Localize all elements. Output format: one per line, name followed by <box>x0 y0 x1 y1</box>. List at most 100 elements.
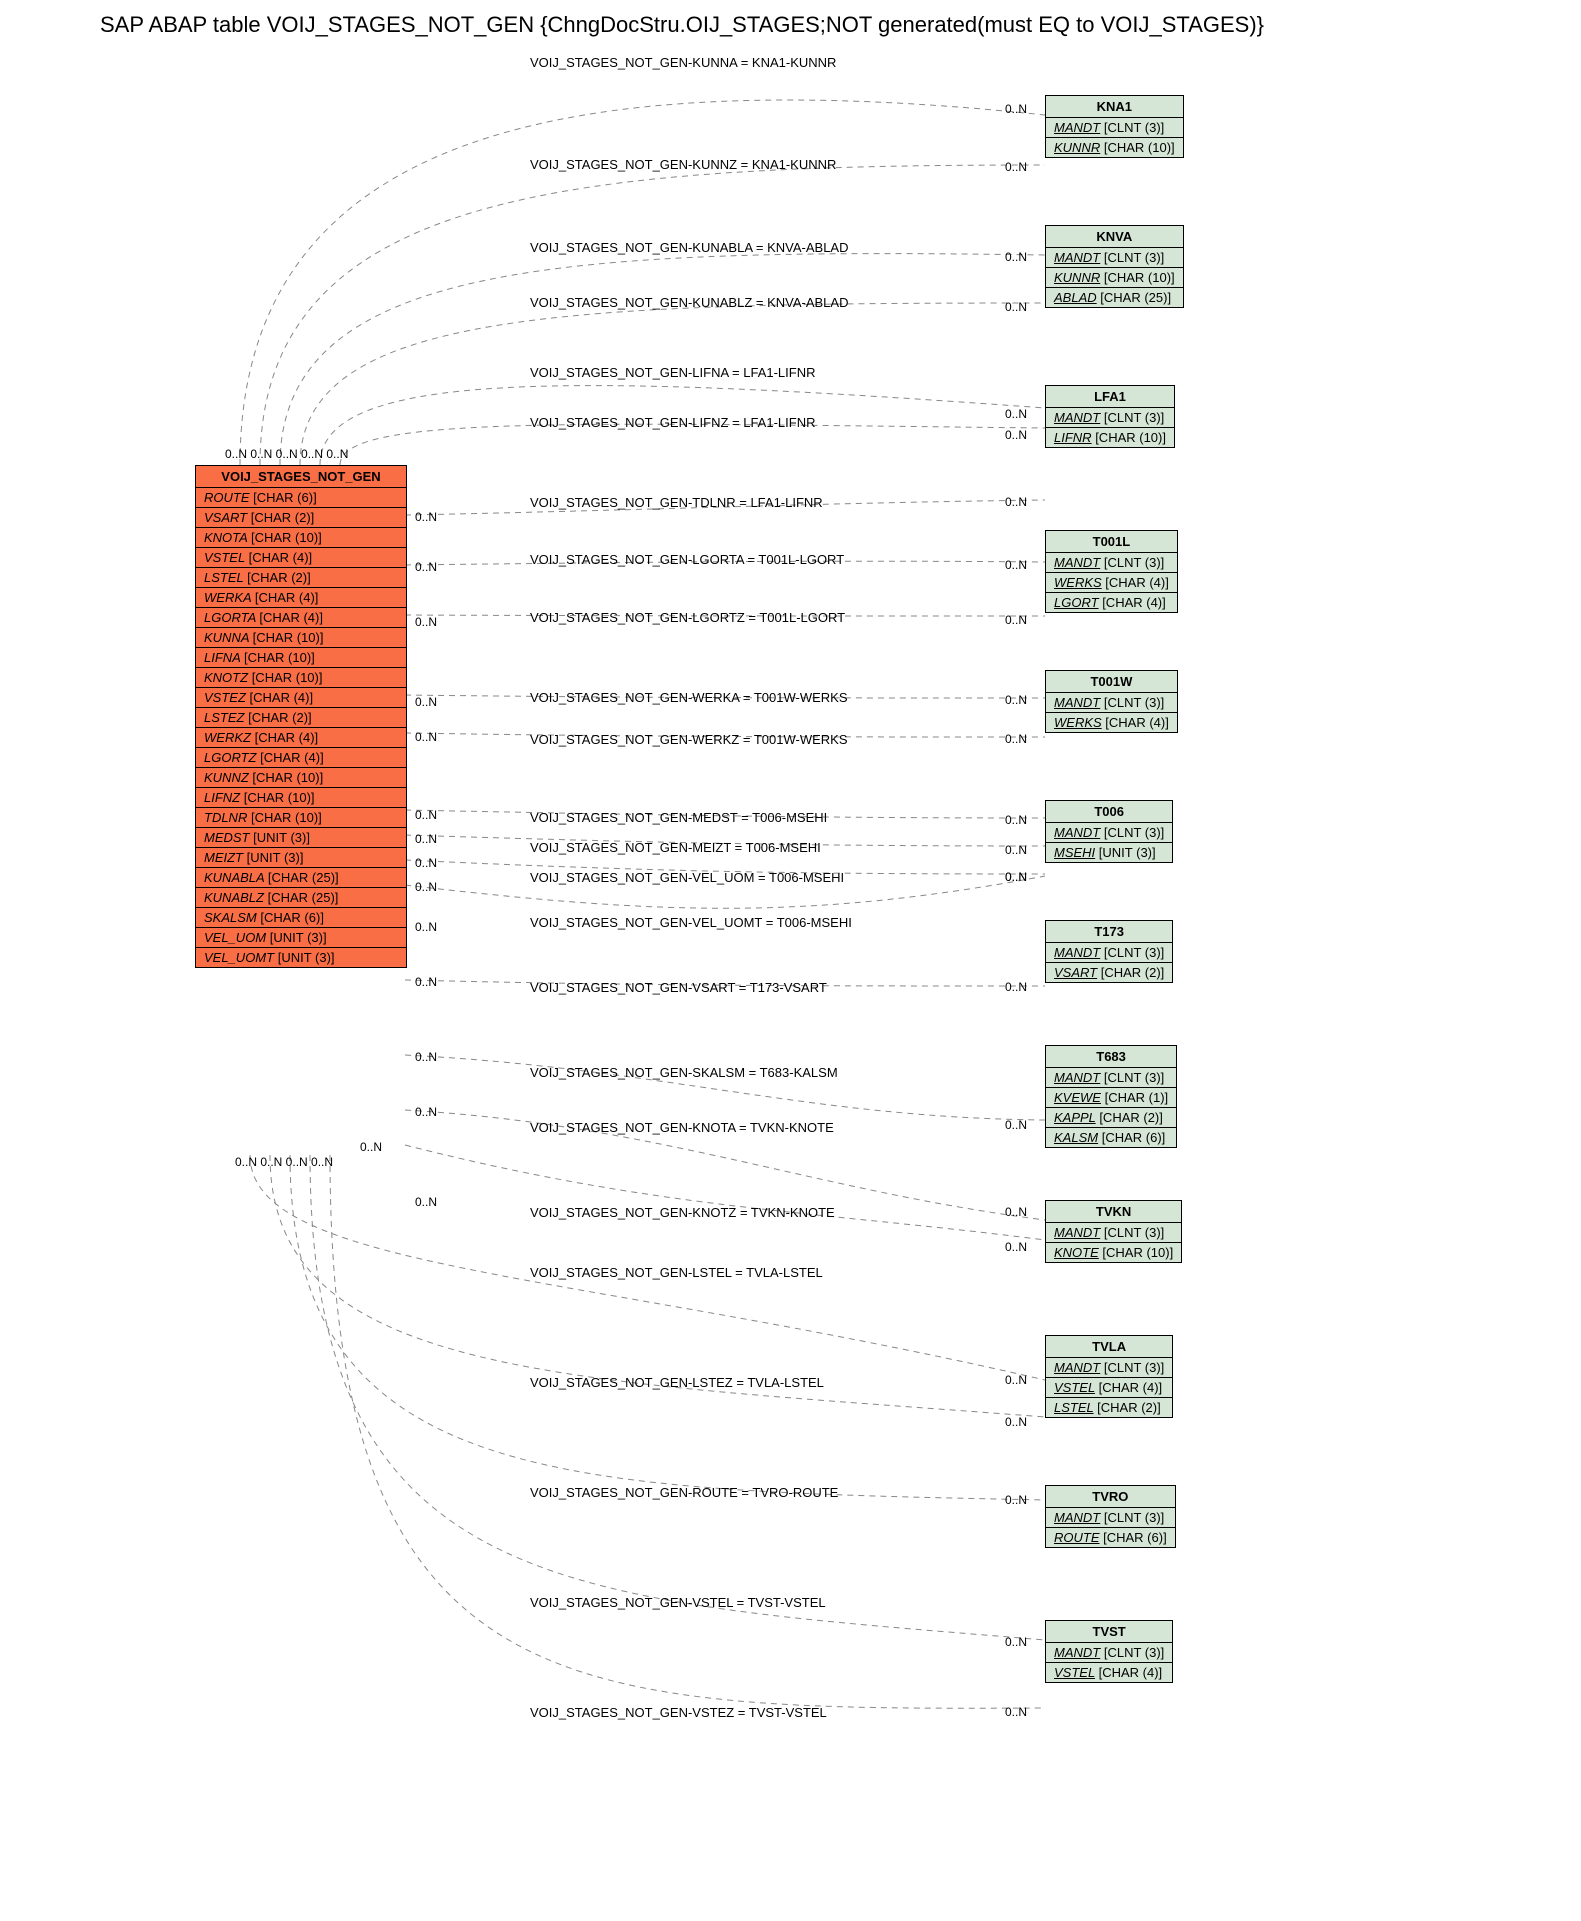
entity-title: TVLA <box>1046 1336 1172 1358</box>
entity-T001W: T001WMANDT [CLNT (3)]WERKS [CHAR (4)] <box>1045 670 1178 733</box>
ref-field: MANDT [CLNT (3)] <box>1046 943 1172 963</box>
relation-label: VOIJ_STAGES_NOT_GEN-WERKZ = T001W-WERKS <box>530 732 847 747</box>
cardinality: 0..N <box>415 510 437 524</box>
relation-label: VOIJ_STAGES_NOT_GEN-VSART = T173-VSART <box>530 980 827 995</box>
main-field: VEL_UOM [UNIT (3)] <box>196 928 406 948</box>
relation-label: VOIJ_STAGES_NOT_GEN-TDLNR = LFA1-LIFNR <box>530 495 823 510</box>
ref-field: LSTEL [CHAR (2)] <box>1046 1398 1172 1417</box>
entity-T006: T006MANDT [CLNT (3)]MSEHI [UNIT (3)] <box>1045 800 1173 863</box>
relation-label: VOIJ_STAGES_NOT_GEN-VEL_UOM = T006-MSEHI <box>530 870 844 885</box>
cardinality: 0..N <box>1005 1493 1027 1507</box>
ref-field: VSTEL [CHAR (4)] <box>1046 1378 1172 1398</box>
ref-field: MANDT [CLNT (3)] <box>1046 1358 1172 1378</box>
cardinality: 0..N <box>415 880 437 894</box>
ref-field: KVEWE [CHAR (1)] <box>1046 1088 1176 1108</box>
relation-label: VOIJ_STAGES_NOT_GEN-MEDST = T006-MSEHI <box>530 810 827 825</box>
entity-TVLA: TVLAMANDT [CLNT (3)]VSTEL [CHAR (4)]LSTE… <box>1045 1335 1173 1418</box>
cardinality: 0..N <box>1005 407 1027 421</box>
main-field: WERKZ [CHAR (4)] <box>196 728 406 748</box>
entity-TVKN: TVKNMANDT [CLNT (3)]KNOTE [CHAR (10)] <box>1045 1200 1182 1263</box>
main-field: LIFNZ [CHAR (10)] <box>196 788 406 808</box>
cardinality: 0..N <box>415 615 437 629</box>
entity-main-title: VOIJ_STAGES_NOT_GEN <box>196 466 406 488</box>
cardinality: 0..N <box>415 808 437 822</box>
entity-title: T001L <box>1046 531 1177 553</box>
er-diagram: SAP ABAP table VOIJ_STAGES_NOT_GEN {Chng… <box>10 10 1571 1911</box>
ref-field: MSEHI [UNIT (3)] <box>1046 843 1172 862</box>
main-field: WERKA [CHAR (4)] <box>196 588 406 608</box>
main-field: SKALSM [CHAR (6)] <box>196 908 406 928</box>
main-field: ROUTE [CHAR (6)] <box>196 488 406 508</box>
relation-label: VOIJ_STAGES_NOT_GEN-KUNNZ = KNA1-KUNNR <box>530 157 836 172</box>
main-field: KNOTA [CHAR (10)] <box>196 528 406 548</box>
cardinality: 0..N <box>1005 1118 1027 1132</box>
cardinality: 0..N <box>1005 1635 1027 1649</box>
entity-KNVA: KNVAMANDT [CLNT (3)]KUNNR [CHAR (10)]ABL… <box>1045 225 1184 308</box>
relation-label: VOIJ_STAGES_NOT_GEN-KUNABLZ = KNVA-ABLAD <box>530 295 848 310</box>
cardinality-bottom-cluster: 0..N 0..N 0..N 0..N <box>235 1155 333 1169</box>
main-field: KNOTZ [CHAR (10)] <box>196 668 406 688</box>
cardinality: 0..N <box>415 560 437 574</box>
cardinality: 0..N <box>1005 870 1027 884</box>
ref-field: KNOTE [CHAR (10)] <box>1046 1243 1181 1262</box>
cardinality: 0..N <box>1005 813 1027 827</box>
ref-field: WERKS [CHAR (4)] <box>1046 713 1177 732</box>
cardinality: 0..N <box>415 832 437 846</box>
cardinality: 0..N <box>415 1195 437 1209</box>
ref-field: LGORT [CHAR (4)] <box>1046 593 1177 612</box>
entity-title: LFA1 <box>1046 386 1174 408</box>
cardinality: 0..N <box>1005 160 1027 174</box>
ref-field: ROUTE [CHAR (6)] <box>1046 1528 1175 1547</box>
cardinality: 0..N <box>360 1140 382 1154</box>
cardinality: 0..N <box>415 1050 437 1064</box>
relation-label: VOIJ_STAGES_NOT_GEN-LGORTA = T001L-LGORT <box>530 552 844 567</box>
ref-field: LIFNR [CHAR (10)] <box>1046 428 1174 447</box>
cardinality: 0..N <box>1005 613 1027 627</box>
main-field: MEDST [UNIT (3)] <box>196 828 406 848</box>
relation-label: VOIJ_STAGES_NOT_GEN-KNOTZ = TVKN-KNOTE <box>530 1205 835 1220</box>
cardinality: 0..N <box>1005 1705 1027 1719</box>
relation-label: VOIJ_STAGES_NOT_GEN-LIFNA = LFA1-LIFNR <box>530 365 815 380</box>
main-field: LIFNA [CHAR (10)] <box>196 648 406 668</box>
entity-main: VOIJ_STAGES_NOT_GEN ROUTE [CHAR (6)]VSAR… <box>195 465 407 968</box>
ref-field: MANDT [CLNT (3)] <box>1046 1223 1181 1243</box>
relation-label: VOIJ_STAGES_NOT_GEN-WERKA = T001W-WERKS <box>530 690 848 705</box>
ref-field: VSART [CHAR (2)] <box>1046 963 1172 982</box>
ref-field: MANDT [CLNT (3)] <box>1046 248 1183 268</box>
relation-label: VOIJ_STAGES_NOT_GEN-ROUTE = TVRO-ROUTE <box>530 1485 838 1500</box>
relation-label: VOIJ_STAGES_NOT_GEN-KUNABLA = KNVA-ABLAD <box>530 240 848 255</box>
ref-field: KAPPL [CHAR (2)] <box>1046 1108 1176 1128</box>
cardinality: 0..N <box>415 975 437 989</box>
cardinality: 0..N <box>415 730 437 744</box>
cardinality: 0..N <box>1005 558 1027 572</box>
relation-label: VOIJ_STAGES_NOT_GEN-LGORTZ = T001L-LGORT <box>530 610 845 625</box>
ref-field: KALSM [CHAR (6)] <box>1046 1128 1176 1147</box>
cardinality: 0..N <box>1005 495 1027 509</box>
relation-label: VOIJ_STAGES_NOT_GEN-MEIZT = T006-MSEHI <box>530 840 821 855</box>
page-title: SAP ABAP table VOIJ_STAGES_NOT_GEN {Chng… <box>100 12 1264 38</box>
entity-T683: T683MANDT [CLNT (3)]KVEWE [CHAR (1)]KAPP… <box>1045 1045 1177 1148</box>
entity-T001L: T001LMANDT [CLNT (3)]WERKS [CHAR (4)]LGO… <box>1045 530 1178 613</box>
main-field: TDLNR [CHAR (10)] <box>196 808 406 828</box>
ref-field: KUNNR [CHAR (10)] <box>1046 138 1183 157</box>
entity-title: TVKN <box>1046 1201 1181 1223</box>
entity-TVRO: TVROMANDT [CLNT (3)]ROUTE [CHAR (6)] <box>1045 1485 1176 1548</box>
ref-field: WERKS [CHAR (4)] <box>1046 573 1177 593</box>
ref-field: MANDT [CLNT (3)] <box>1046 823 1172 843</box>
main-field: KUNABLZ [CHAR (25)] <box>196 888 406 908</box>
ref-field: MANDT [CLNT (3)] <box>1046 1508 1175 1528</box>
relation-label: VOIJ_STAGES_NOT_GEN-VSTEL = TVST-VSTEL <box>530 1595 826 1610</box>
relation-label: VOIJ_STAGES_NOT_GEN-LSTEL = TVLA-LSTEL <box>530 1265 823 1280</box>
ref-field: MANDT [CLNT (3)] <box>1046 1643 1172 1663</box>
relation-label: VOIJ_STAGES_NOT_GEN-SKALSM = T683-KALSM <box>530 1065 838 1080</box>
entity-title: T683 <box>1046 1046 1176 1068</box>
main-field: VSART [CHAR (2)] <box>196 508 406 528</box>
main-field: LSTEL [CHAR (2)] <box>196 568 406 588</box>
relation-label: VOIJ_STAGES_NOT_GEN-VSTEZ = TVST-VSTEL <box>530 1705 827 1720</box>
main-field: KUNNZ [CHAR (10)] <box>196 768 406 788</box>
cardinality: 0..N <box>415 920 437 934</box>
cardinality: 0..N <box>415 1105 437 1119</box>
cardinality: 0..N <box>1005 1205 1027 1219</box>
main-field: KUNNA [CHAR (10)] <box>196 628 406 648</box>
cardinality-top-cluster: 0..N 0..N 0..N 0..N 0..N <box>225 447 348 461</box>
